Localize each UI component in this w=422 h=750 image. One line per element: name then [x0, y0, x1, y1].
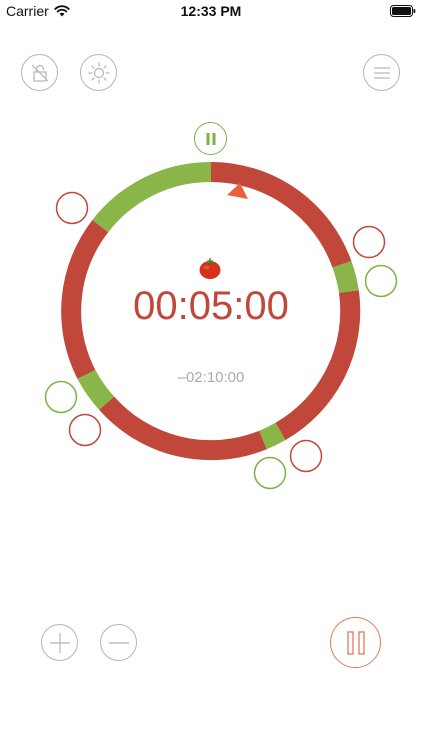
work-marker[interactable]: [55, 191, 89, 225]
plus-icon: [49, 632, 70, 653]
break-marker[interactable]: [44, 380, 78, 414]
work-segment: [210, 162, 352, 268]
work-marker[interactable]: [289, 439, 323, 473]
break-segment: [259, 422, 286, 450]
remaining-time: –02:10:00: [177, 369, 245, 386]
timer-display: 00:05:00: [133, 284, 289, 328]
add-segment-button[interactable]: [41, 624, 78, 661]
pause-icon: [346, 630, 365, 655]
minus-icon: [108, 641, 129, 644]
work-marker[interactable]: [352, 225, 386, 259]
remove-segment-button[interactable]: [100, 624, 137, 661]
break-segment: [92, 161, 212, 233]
break-marker[interactable]: [253, 456, 287, 490]
work-marker[interactable]: [68, 413, 102, 447]
work-segment: [99, 396, 267, 461]
pause-button[interactable]: [330, 617, 381, 668]
tomato-icon: [199, 258, 221, 279]
